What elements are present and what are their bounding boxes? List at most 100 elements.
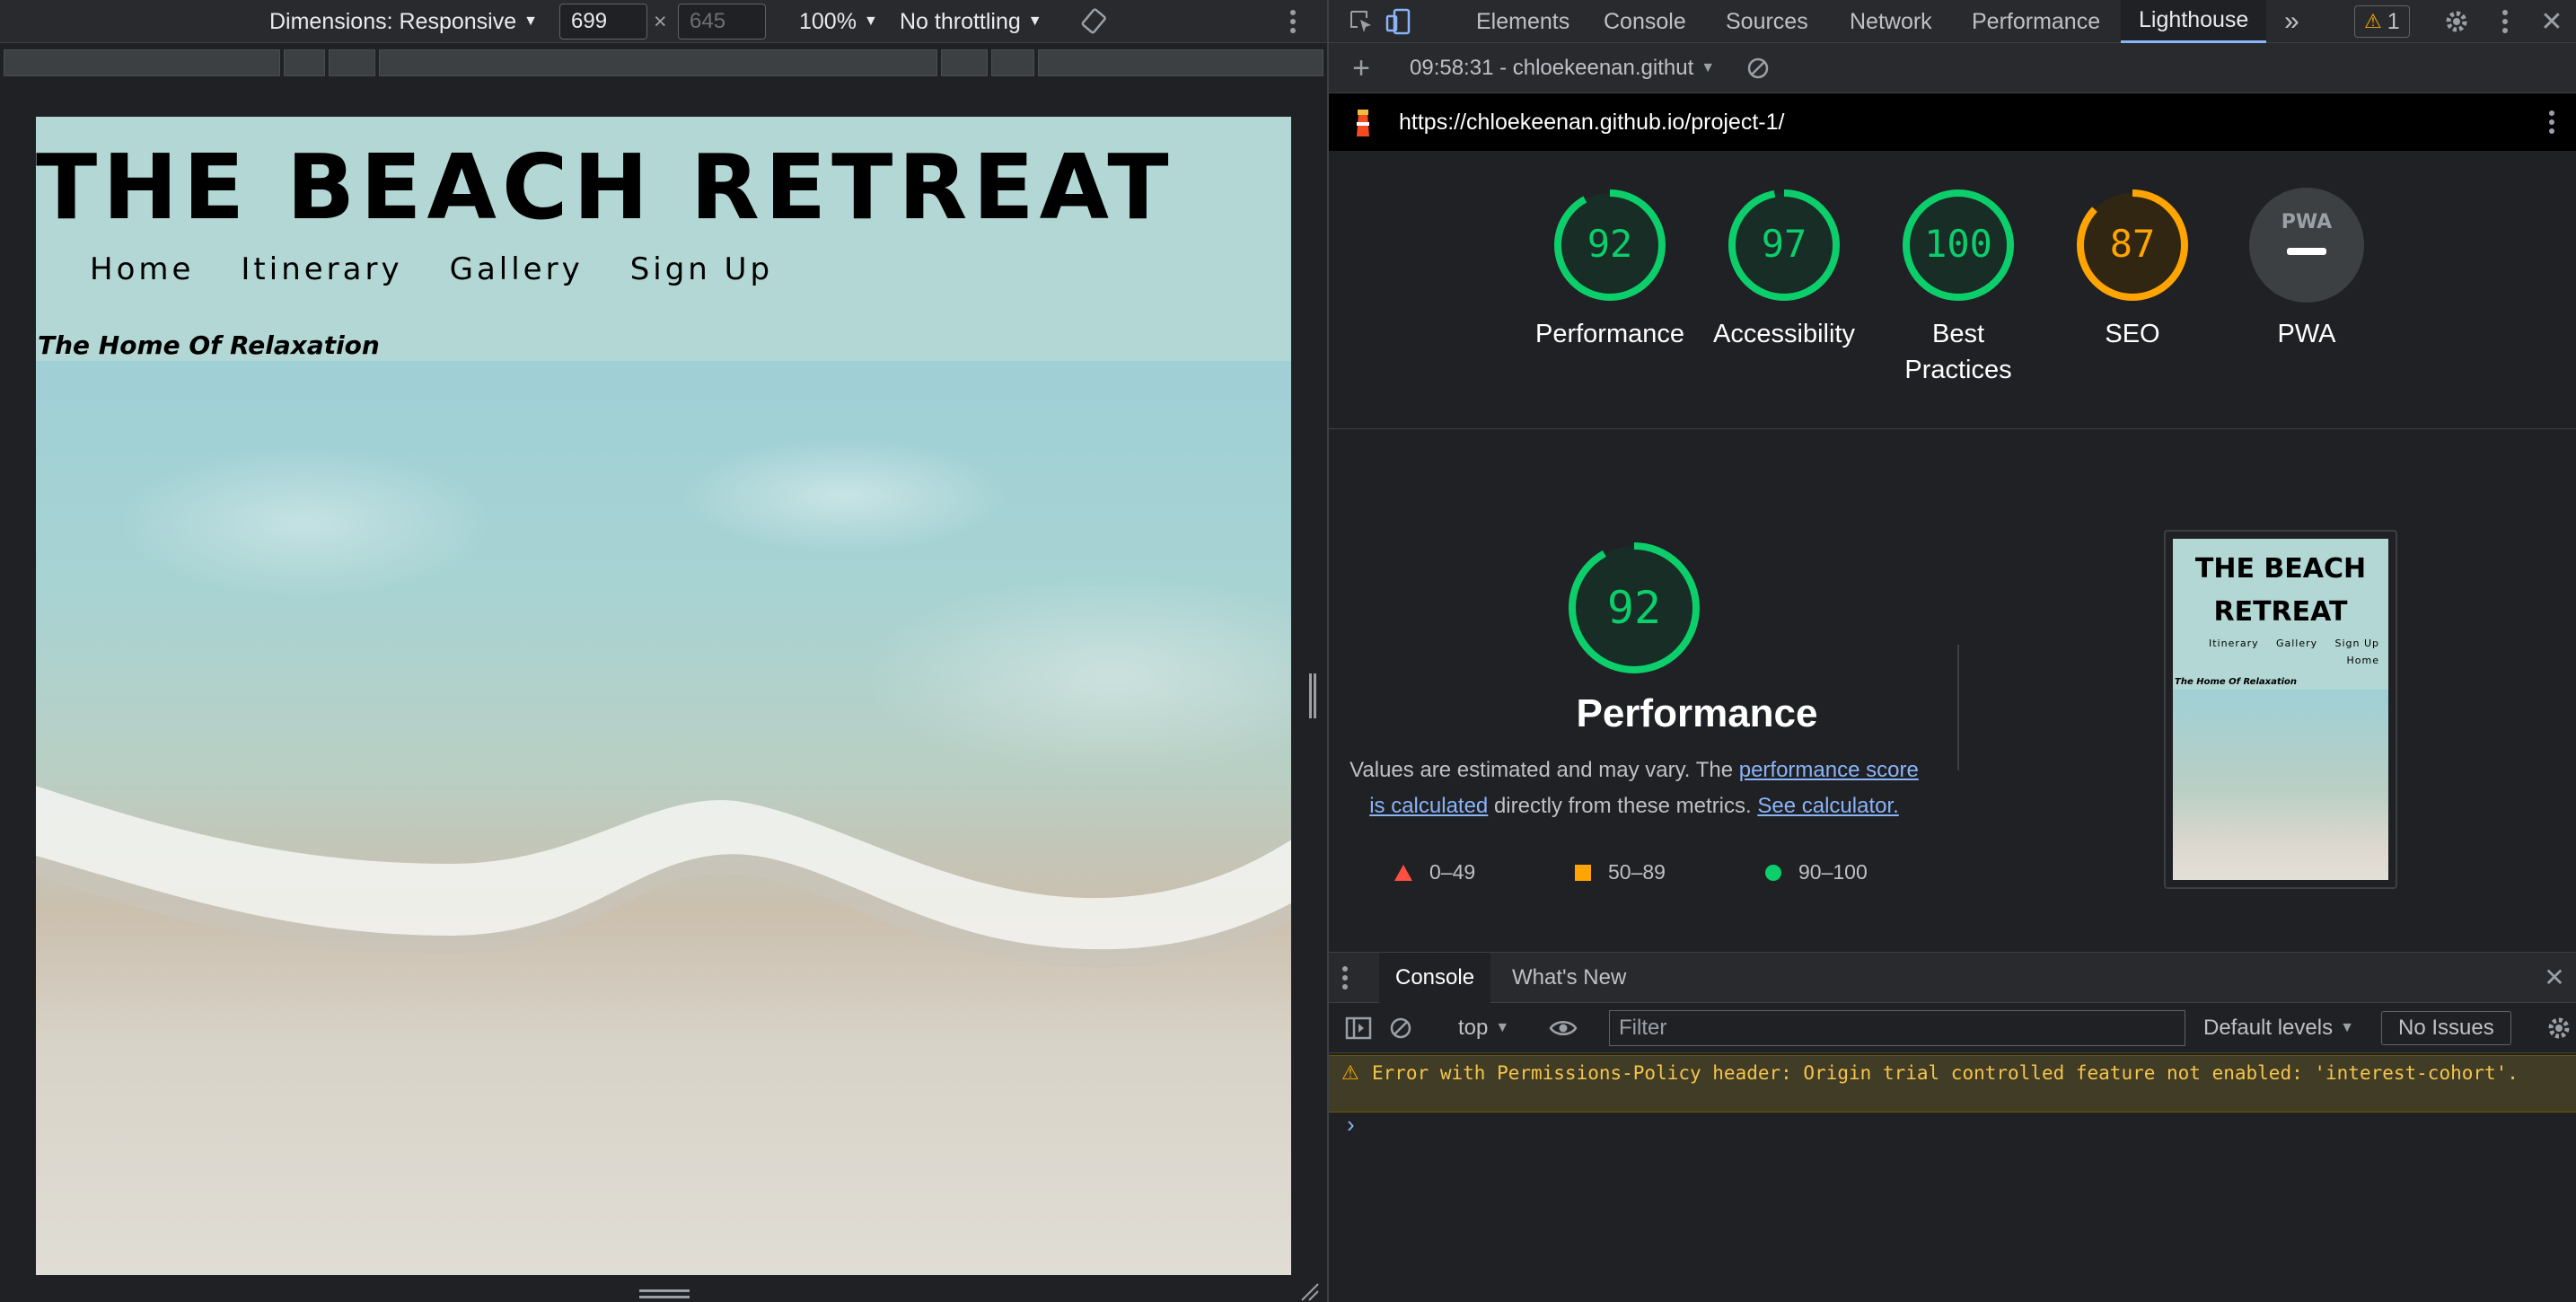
console-prompt-chevron-icon[interactable]: › <box>1347 1111 1355 1139</box>
gauge-value: 87 <box>2110 222 2156 266</box>
see-calculator-link[interactable]: See calculator. <box>1757 794 1898 818</box>
gauge-label: SEO <box>2105 320 2160 348</box>
times-sign: × <box>654 8 667 34</box>
performance-score: 92 <box>1607 582 1661 634</box>
audited-url[interactable]: https://chloekeenan.github.io/project-1/ <box>1399 93 1784 151</box>
pwa-badge-text: PWA <box>2281 211 2332 233</box>
site-tagline: The Home Of Relaxation <box>38 330 380 360</box>
chevron-down-icon: ▼ <box>1495 1020 1510 1035</box>
live-expression-eye-icon[interactable] <box>1548 1014 1578 1042</box>
gauge-label: Best Practices <box>1904 320 2012 384</box>
nav-link-home[interactable]: Home <box>90 251 194 287</box>
tab-network[interactable]: Network <box>1850 0 1932 43</box>
final-screenshot-thumbnail[interactable]: THE BEACH RETREAT Itinerary Gallery Sign… <box>2164 530 2397 889</box>
thumbnail-tagline: The Home Of Relaxation <box>2175 677 2298 687</box>
gauge-ring: 100 <box>1903 189 2014 301</box>
console-drawer: Console What's New ✕ top ▼ Filter Defaul… <box>1329 952 2576 1302</box>
issues-button[interactable]: No Issues <box>2381 1011 2511 1045</box>
warnings-counter[interactable]: ⚠ 1 <box>2354 5 2410 38</box>
customize-menu-icon[interactable] <box>2496 7 2514 36</box>
log-levels-dropdown[interactable]: Default levels ▼ <box>2203 1003 2354 1053</box>
thumbnail-nav-item: Sign Up <box>2334 638 2379 649</box>
context-label: top <box>1458 1016 1489 1040</box>
hero-beach-image <box>36 361 1291 1275</box>
console-filter-input[interactable]: Filter <box>1609 1010 2185 1046</box>
warning-icon: ⚠ <box>1341 1062 1359 1085</box>
close-devtools-icon[interactable]: ✕ <box>2537 7 2566 37</box>
media-query-bar[interactable] <box>4 49 1323 76</box>
drawer-tab-bar: Console What's New ✕ <box>1329 953 2576 1003</box>
nav-link-gallery[interactable]: Gallery <box>450 251 584 287</box>
gauge-best-practices[interactable]: 100 Best Practices <box>1868 187 2048 388</box>
report-selector-label: 09:58:31 - chloekeenan.githut <box>1410 56 1694 80</box>
rotate-icon[interactable] <box>1081 0 1108 43</box>
tab-sources[interactable]: Sources <box>1726 0 1808 43</box>
gauge-pwa[interactable]: PWA PWA <box>2217 187 2396 352</box>
resize-corner-icon[interactable] <box>1300 1282 1320 1302</box>
console-settings-gear-icon[interactable] <box>2545 1014 2573 1042</box>
gauge-performance[interactable]: 92 Performance <box>1520 187 1700 352</box>
drawer-tab-console[interactable]: Console <box>1379 953 1491 1003</box>
performance-description: Values are estimated and may vary. The p… <box>1347 752 1921 824</box>
chevron-down-icon: ▼ <box>2340 1020 2354 1035</box>
gauge-label: Performance <box>1534 320 1684 348</box>
site-title: THE BEACH RETREAT <box>36 135 1174 240</box>
throttling-label: No throttling <box>900 8 1021 34</box>
tab-elements[interactable]: Elements <box>1476 0 1569 43</box>
legend-fail: 0–49 <box>1394 860 1475 884</box>
resize-handle-right[interactable] <box>1309 673 1316 718</box>
gauge-ring: 92 <box>1554 189 1666 301</box>
drawer-menu-icon[interactable] <box>1340 965 1350 990</box>
pwa-badge-icon: PWA <box>2249 188 2364 303</box>
site-nav: Home Itinerary Gallery Sign Up <box>90 251 773 287</box>
clear-block-icon[interactable] <box>1745 56 1771 81</box>
zoom-dropdown[interactable]: 100% ▼ <box>799 0 878 43</box>
device-toolbar: Dimensions: Responsive ▼ 699 × 645 100% … <box>0 0 1327 43</box>
drawer-tab-whats-new[interactable]: What's New <box>1512 953 1626 1003</box>
width-input[interactable]: 699 <box>559 4 647 40</box>
tab-lighthouse[interactable]: Lighthouse <box>2121 0 2267 43</box>
inspect-element-icon[interactable] <box>1347 7 1376 36</box>
chevron-down-icon: ▼ <box>523 13 538 29</box>
performance-detail-section: 92 Performance Values are estimated and … <box>1329 429 2576 952</box>
gauge-ring: 87 <box>2077 189 2188 301</box>
console-warning-message[interactable]: ⚠ Error with Permissions-Policy header: … <box>1329 1055 2576 1113</box>
tab-console[interactable]: Console <box>1604 0 1686 43</box>
nav-link-itinerary[interactable]: Itinerary <box>241 251 402 287</box>
legend-average: 50–89 <box>1574 860 1666 884</box>
device-emulation-pane: Dimensions: Responsive ▼ 699 × 645 100% … <box>0 0 1327 1302</box>
settings-gear-icon[interactable] <box>2442 7 2471 36</box>
desc-text: Values are estimated and may vary. The <box>1350 758 1739 782</box>
devtools-tab-bar: Elements Console Sources Network Perform… <box>1329 0 2576 43</box>
warning-count: 1 <box>2387 8 2400 34</box>
gauge-accessibility[interactable]: 97 Accessibility <box>1694 187 1874 352</box>
sidebar-toggle-icon[interactable] <box>1345 1016 1372 1041</box>
clear-console-icon[interactable] <box>1388 1016 1413 1041</box>
gauge-seo[interactable]: 87 SEO <box>2043 187 2222 352</box>
legend-range: 90–100 <box>1798 860 1868 884</box>
report-selector[interactable]: 09:58:31 - chloekeenan.githut ▼ <box>1410 43 1715 93</box>
lighthouse-toolbar: + 09:58:31 - chloekeenan.githut ▼ <box>1329 43 2576 93</box>
height-input[interactable]: 645 <box>678 4 766 40</box>
more-tabs-icon[interactable]: » <box>2284 0 2299 43</box>
report-menu-icon[interactable] <box>2543 110 2561 135</box>
new-report-plus-icon[interactable]: + <box>1345 51 1377 85</box>
dimensions-dropdown[interactable]: Dimensions: Responsive ▼ <box>269 0 538 43</box>
context-selector[interactable]: top ▼ <box>1458 1003 1509 1053</box>
gauge-label: PWA <box>2277 320 2336 348</box>
resize-handle-bottom[interactable] <box>639 1289 690 1298</box>
performance-gauge-large: 92 <box>1567 541 1701 680</box>
throttling-dropdown[interactable]: No throttling ▼ <box>900 0 1042 43</box>
device-toolbar-toggle-icon[interactable] <box>1385 7 1413 36</box>
tab-performance[interactable]: Performance <box>1972 0 2100 43</box>
warning-icon: ⚠ <box>2364 10 2382 32</box>
square-icon <box>1575 864 1591 881</box>
close-drawer-icon[interactable]: ✕ <box>2541 963 2568 991</box>
more-options-icon[interactable] <box>1289 0 1297 43</box>
nav-link-sign-up[interactable]: Sign Up <box>630 251 773 287</box>
gauge-value: 92 <box>1587 222 1633 266</box>
gauge-value: 97 <box>1762 222 1807 266</box>
gauge-value: 100 <box>1924 222 1992 266</box>
lighthouse-logo-icon <box>1350 106 1376 138</box>
legend-range: 50–89 <box>1608 860 1666 884</box>
